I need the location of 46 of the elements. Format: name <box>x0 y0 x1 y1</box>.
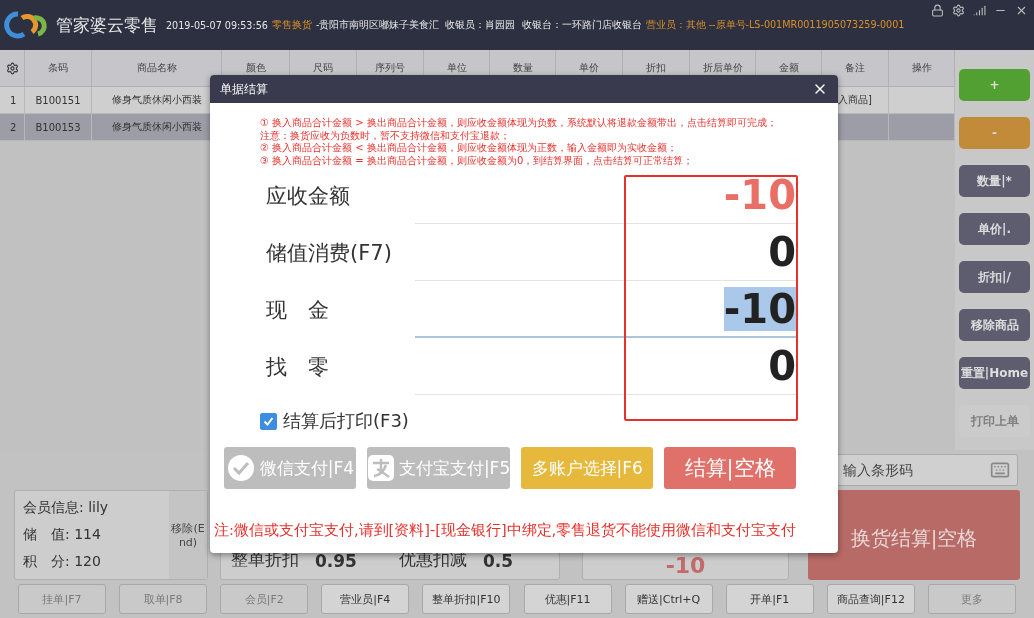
function-button[interactable]: 优惠|F11 <box>523 584 612 614</box>
table-cell: B100151 <box>25 87 92 113</box>
amount-value: -10 <box>723 173 796 217</box>
datetime: 2019-05-07 09:53:56 <box>166 19 268 31</box>
function-button[interactable]: 开单|F1 <box>725 584 814 614</box>
status-text: 营业员：其他 --原单号-LS-001MR0011905073259-0001 <box>645 18 905 32</box>
note-text: ① 换入商品合计金额 > 换出商品合计金额，则应收金额体现为负数，系统默认将退款金额带出，点击结算即可完成； <box>260 117 778 130</box>
function-button[interactable]: 商品查询|F12 <box>826 584 915 614</box>
function-button[interactable]: 赠送|Ctrl+Q <box>624 584 713 614</box>
column-header: 条码 <box>25 50 92 86</box>
side-button[interactable]: 移除商品 <box>959 309 1030 341</box>
remove-button[interactable]: 移除(End) <box>169 491 207 579</box>
note-text: 注意：换货应收为负数时，暂不支持微信和支付宝退款； <box>260 129 511 142</box>
field-label: 应收金额 <box>265 182 351 210</box>
table-cell: B100153 <box>25 114 92 140</box>
member-info: 积 分: 120 <box>23 552 102 571</box>
function-button[interactable]: 整单折扣|F10 <box>422 584 511 614</box>
field-label: 储值消费(F7) <box>265 239 393 267</box>
field-label: 现 金 <box>265 296 330 324</box>
total-amount: -10 <box>665 554 706 578</box>
side-button[interactable]: 重置|Home <box>959 357 1030 389</box>
side-button[interactable]: + <box>959 69 1030 101</box>
discount-value: 0.95 <box>315 551 357 571</box>
member-info: 储 值: 114 <box>23 526 102 544</box>
function-button[interactable]: 营业员|F4 <box>321 584 410 614</box>
payment-button[interactable]: 结算|空格 <box>664 447 796 489</box>
status-text: -贵阳市南明区嘟妹子美食汇 收银员：肖园园 收银台：一环路门店收银台 <box>315 18 642 32</box>
side-button[interactable]: 单价|. <box>959 213 1030 245</box>
side-button[interactable]: 折扣|/ <box>959 261 1030 293</box>
row-number: 1 <box>0 87 25 113</box>
status-text: 零售换货 <box>271 18 312 32</box>
checkout-button[interactable]: 换货结算|空格 <box>808 490 1020 580</box>
amount-field[interactable]: -10 <box>415 281 796 338</box>
amount-value: 0 <box>768 344 796 388</box>
footnote: 注:微信或支付宝支付,请到[资料]-[现金银行]中绑定,零售退货不能使用微信和支付宝支付 <box>214 521 796 540</box>
amount-value: -10 <box>723 286 796 331</box>
field-label: 找 零 <box>265 353 330 381</box>
note-text: ③ 换入商品合计金额 = 换出商品合计金额，则应收金额为0，到结算界面，点击结算可正常结算； <box>260 154 695 167</box>
discount-value: 0.5 <box>482 551 514 571</box>
row-number: 2 <box>0 114 25 140</box>
member-info: 会员信息: lily <box>23 499 110 518</box>
amount-value: 0 <box>768 230 796 274</box>
checkbox-label: 结算后打印(F3) <box>283 409 409 433</box>
side-button[interactable]: 数量|* <box>959 165 1030 197</box>
app-name: 管家婆云零售 <box>56 13 158 37</box>
note-text: ② 换入商品合计金额 < 换出商品合计金额，则应收金额体现为正数，输入金额即为实收金额； <box>260 142 678 155</box>
